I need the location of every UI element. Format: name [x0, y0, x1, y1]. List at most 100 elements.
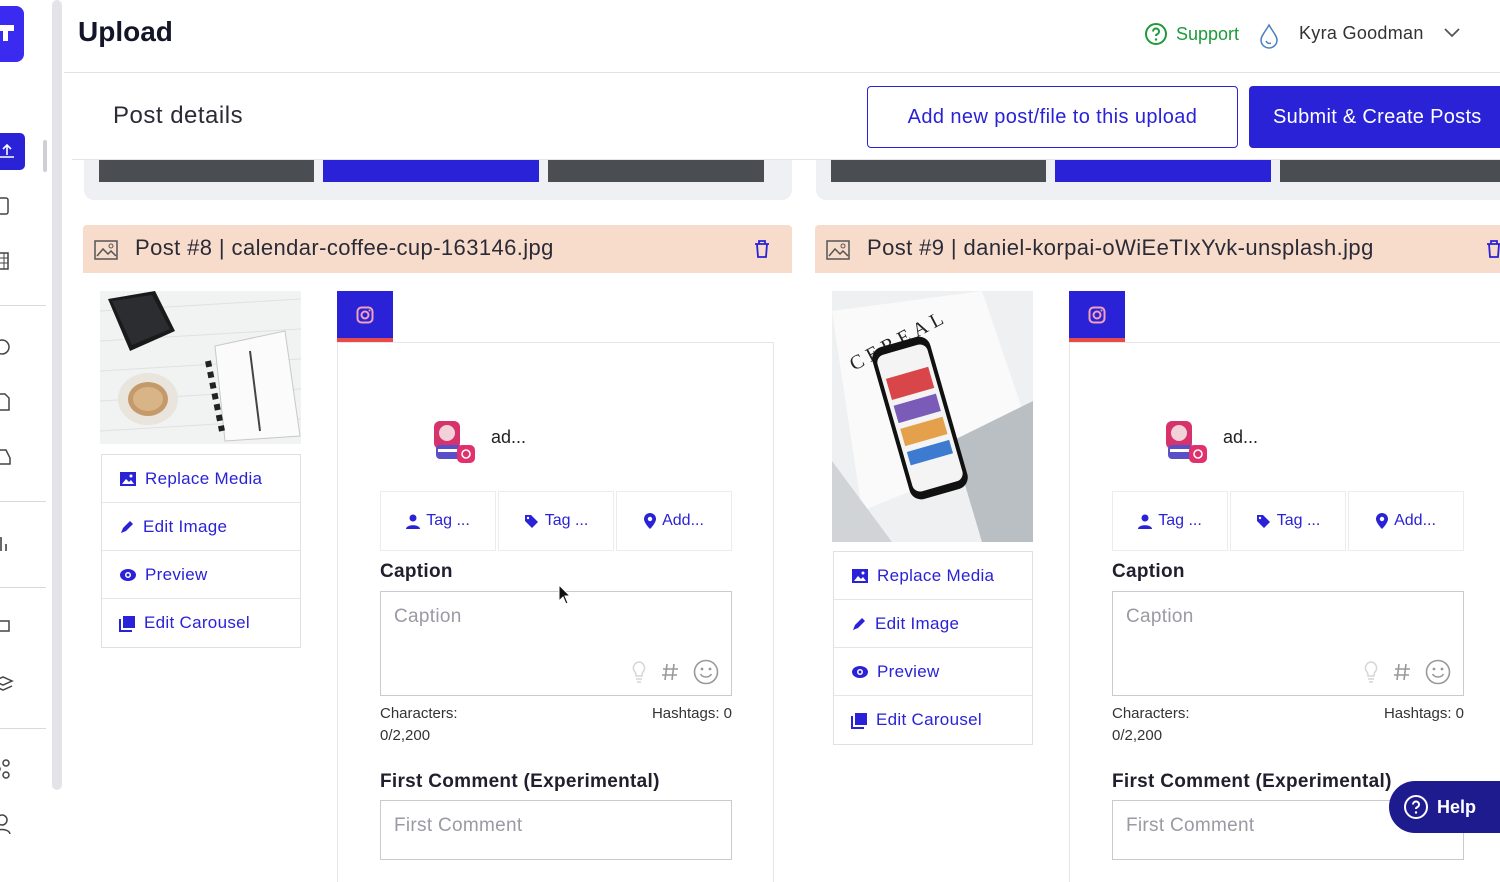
picture-icon	[120, 471, 136, 486]
picture-icon	[852, 568, 868, 583]
edit-carousel-button[interactable]: Edit Carousel	[834, 696, 1032, 744]
first-comment-placeholder: First Comment	[1126, 815, 1255, 836]
emoji-icon[interactable]	[693, 659, 719, 685]
image-icon	[826, 240, 850, 260]
instagram-icon	[1088, 306, 1106, 323]
caption-input[interactable]: Caption	[380, 591, 732, 696]
tag-products-label: Tag ...	[1276, 512, 1321, 529]
question-circle-icon	[1404, 795, 1428, 819]
sidebar-scroll-thumb[interactable]	[43, 140, 47, 172]
media-preview-image: CEREAL	[832, 291, 1033, 542]
characters-label: Characters:	[380, 705, 458, 722]
caption-label: Caption	[380, 561, 453, 582]
post-thumbnail	[100, 291, 301, 444]
inbox-icon[interactable]	[0, 446, 14, 468]
post-card-header: Post #9 | daniel-korpai-oWiEeTIxYvk-unsp…	[815, 225, 1500, 273]
lightbulb-icon[interactable]	[1363, 660, 1379, 684]
hashtags-count: Hashtags: 0	[1383, 705, 1464, 722]
edit-image-button[interactable]: Edit Image	[834, 600, 1032, 648]
eye-icon	[120, 568, 136, 581]
clock-icon[interactable]	[0, 336, 14, 358]
support-label: Support	[1176, 23, 1240, 44]
post-title: Post #9 | daniel-korpai-oWiEeTIxYvk-unsp…	[867, 235, 1374, 260]
hashtag-icon[interactable]	[661, 662, 679, 682]
preview-button[interactable]: Preview	[834, 648, 1032, 696]
tag-people-button[interactable]: Tag ...	[380, 491, 496, 551]
replace-media-label: Replace Media	[877, 565, 995, 585]
first-comment-label: First Comment (Experimental)	[380, 771, 660, 792]
pencil-icon	[853, 617, 865, 630]
sidebar-divider	[0, 587, 46, 588]
mouse-cursor-icon	[558, 584, 572, 605]
share-icon[interactable]	[0, 758, 14, 780]
previous-post-button[interactable]	[831, 160, 1046, 182]
caption-meta: Characters: Hashtags: 0 0/2,200	[1112, 705, 1464, 744]
edit-image-button[interactable]: Edit Image	[102, 503, 300, 551]
account-avatar[interactable]	[428, 415, 476, 467]
previous-post-button[interactable]	[548, 160, 764, 182]
edit-carousel-button[interactable]: Edit Carousel	[102, 599, 300, 647]
tag-row: Tag ... Tag ... Add...	[1112, 491, 1464, 551]
previous-post-button[interactable]	[323, 160, 539, 182]
preview-label: Preview	[145, 564, 208, 584]
emoji-icon[interactable]	[1425, 659, 1451, 685]
replace-media-button[interactable]: Replace Media	[102, 455, 300, 503]
logo-icon	[0, 25, 14, 41]
instagram-tab[interactable]	[1069, 291, 1125, 342]
question-circle-icon	[1145, 23, 1167, 45]
grid-icon[interactable]	[0, 250, 14, 272]
user-icon[interactable]	[0, 812, 14, 834]
sidebar-item-upload[interactable]	[0, 133, 25, 170]
post-card: Post #9 | daniel-korpai-oWiEeTIxYvk-unsp…	[815, 225, 1500, 882]
trash-icon[interactable]	[753, 239, 771, 259]
account-name: ad...	[491, 427, 527, 447]
add-location-button[interactable]: Add...	[616, 491, 732, 551]
carousel-icon	[119, 615, 135, 632]
tag-people-button[interactable]: Tag ...	[1112, 491, 1228, 551]
calendar-icon[interactable]	[0, 195, 14, 217]
sidebar-divider	[0, 501, 46, 502]
post-card-header: Post #8 | calendar-coffee-cup-163146.jpg	[83, 225, 792, 273]
caption-placeholder: Caption	[1126, 606, 1194, 627]
submit-create-posts-button[interactable]: Submit & Create Posts	[1249, 86, 1500, 148]
previous-post-button[interactable]	[1280, 160, 1500, 182]
comment-icon[interactable]	[0, 617, 14, 639]
location-pin-icon	[1376, 513, 1389, 529]
tag-products-button[interactable]: Tag ...	[1230, 491, 1346, 551]
app-logo[interactable]	[0, 6, 24, 62]
trash-icon[interactable]	[1485, 239, 1500, 259]
water-drop-icon[interactable]	[1257, 22, 1281, 50]
help-button[interactable]: Help	[1389, 781, 1500, 833]
edit-carousel-label: Edit Carousel	[144, 613, 250, 632]
layers-icon[interactable]	[0, 673, 14, 695]
first-comment-input[interactable]: First Comment	[380, 800, 732, 860]
add-post-button[interactable]: Add new post/file to this upload	[867, 86, 1238, 148]
lightbulb-icon[interactable]	[631, 660, 647, 684]
previous-post-button[interactable]	[99, 160, 314, 182]
location-pin-icon	[644, 513, 657, 529]
account-avatar[interactable]	[1160, 415, 1208, 467]
add-location-button[interactable]: Add...	[1348, 491, 1464, 551]
upload-icon	[0, 143, 14, 158]
tag-row: Tag ... Tag ... Add...	[380, 491, 732, 551]
post-thumbnail: CEREAL	[832, 291, 1033, 542]
caption-input[interactable]: Caption	[1112, 591, 1464, 696]
carousel-icon	[851, 712, 867, 729]
previous-post-button[interactable]	[1055, 160, 1271, 182]
sidebar-scrollbar[interactable]	[52, 0, 62, 790]
replace-media-button[interactable]: Replace Media	[834, 552, 1032, 600]
post-editor: ad... Tag ... Tag ... Add... Caption Cap…	[337, 342, 774, 882]
document-icon[interactable]	[0, 391, 14, 413]
support-link[interactable]: Support	[1144, 22, 1239, 46]
media-actions: Replace Media Edit Image Preview Edit Ca…	[833, 551, 1033, 745]
preview-button[interactable]: Preview	[102, 551, 300, 599]
edit-image-label: Edit Image	[143, 516, 228, 536]
media-actions: Replace Media Edit Image Preview Edit Ca…	[101, 454, 301, 648]
user-menu-name[interactable]: Kyra Goodman	[1299, 23, 1424, 44]
chevron-down-icon[interactable]	[1442, 24, 1462, 40]
hashtag-icon[interactable]	[1393, 662, 1411, 682]
characters-count: 0/2,200	[380, 727, 431, 744]
instagram-tab[interactable]	[337, 291, 393, 342]
analytics-icon[interactable]	[0, 532, 14, 554]
tag-products-button[interactable]: Tag ...	[498, 491, 614, 551]
